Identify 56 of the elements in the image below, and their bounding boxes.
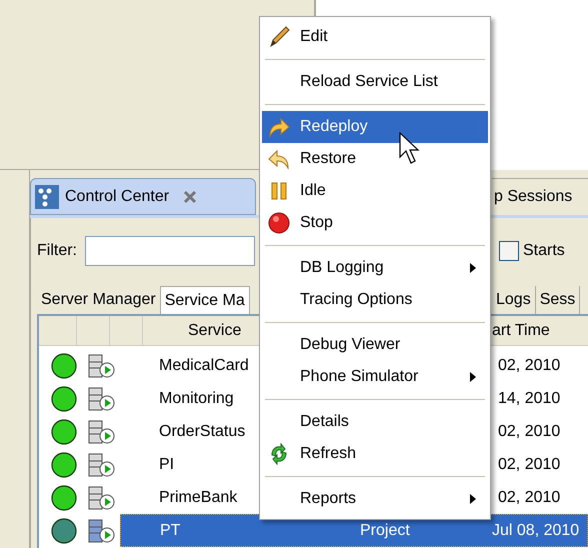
menu-item[interactable]: Refresh bbox=[262, 438, 488, 470]
server-play-icon bbox=[87, 518, 117, 544]
service-cell: PT bbox=[160, 522, 180, 538]
server-play-icon bbox=[87, 418, 117, 444]
sub-tab[interactable]: Service Ma bbox=[160, 286, 250, 314]
status-dot-icon bbox=[50, 352, 78, 378]
status-dot-icon bbox=[50, 452, 78, 478]
status-dot-icon bbox=[50, 518, 78, 544]
mouse-cursor-icon bbox=[399, 132, 421, 166]
filter-field[interactable] bbox=[85, 236, 255, 266]
submenu-arrow-icon bbox=[470, 372, 476, 382]
server-play-icon bbox=[87, 452, 117, 478]
table-row[interactable]: PT Project Jul 08, 2010 bbox=[120, 514, 588, 547]
service-cell: MedicalCard bbox=[159, 356, 249, 374]
menu-item[interactable]: Phone Simulator bbox=[262, 361, 488, 393]
service-cell: PI bbox=[159, 456, 174, 472]
type-cell: Project bbox=[360, 522, 410, 538]
arrow-left-icon bbox=[267, 148, 291, 170]
start-time-cell-text: 02, 2010 bbox=[498, 454, 560, 474]
start-time-cell-text: 02, 2010 bbox=[498, 422, 560, 442]
menu-item[interactable]: Redeploy bbox=[262, 111, 488, 143]
status-dot-icon bbox=[50, 418, 78, 444]
server-play-icon bbox=[87, 484, 117, 510]
column-header[interactable]: Service bbox=[188, 322, 242, 338]
start-time-cell-text: 14, 2010 bbox=[498, 388, 560, 408]
menu-item[interactable]: Restore bbox=[262, 143, 488, 175]
status-dot-icon bbox=[50, 386, 78, 412]
starts-checkbox[interactable] bbox=[499, 241, 519, 261]
stop-icon bbox=[268, 212, 290, 234]
close-icon[interactable] bbox=[183, 190, 198, 204]
arrow-right-icon bbox=[267, 116, 291, 138]
menu-item[interactable]: Reload Service List bbox=[262, 66, 488, 98]
service-cell: OrderStatus bbox=[159, 422, 246, 440]
filter-label: Filter: bbox=[37, 241, 77, 261]
column-header[interactable]: art Time bbox=[492, 318, 550, 342]
submenu-arrow-icon bbox=[470, 494, 476, 504]
status-dot-icon bbox=[50, 484, 78, 510]
menu-item[interactable]: Reports bbox=[262, 483, 488, 515]
start-time-cell-text: 02, 2010 bbox=[498, 356, 560, 376]
pause-icon bbox=[271, 182, 287, 200]
menu-item[interactable]: Tracing Options bbox=[262, 284, 488, 316]
server-play-icon bbox=[87, 386, 117, 412]
menu-item[interactable]: Idle bbox=[262, 175, 488, 207]
menu-item[interactable]: Details bbox=[262, 406, 488, 438]
start-time-cell-text: Jul 08, 2010 bbox=[492, 520, 580, 540]
network-icon bbox=[35, 184, 59, 208]
checkbox-label: Starts bbox=[523, 241, 565, 261]
server-play-icon bbox=[87, 352, 117, 378]
view-tab[interactable]: Control Center bbox=[30, 178, 256, 215]
pencil-icon bbox=[267, 25, 291, 49]
menu-item[interactable]: Debug Viewer bbox=[262, 329, 488, 361]
menu-item[interactable]: Stop bbox=[262, 207, 488, 239]
service-cell: Monitoring bbox=[159, 390, 234, 406]
submenu-arrow-icon bbox=[470, 263, 476, 273]
menu-item[interactable]: DB Logging bbox=[262, 252, 488, 284]
menu-item[interactable]: Edit bbox=[262, 21, 488, 53]
